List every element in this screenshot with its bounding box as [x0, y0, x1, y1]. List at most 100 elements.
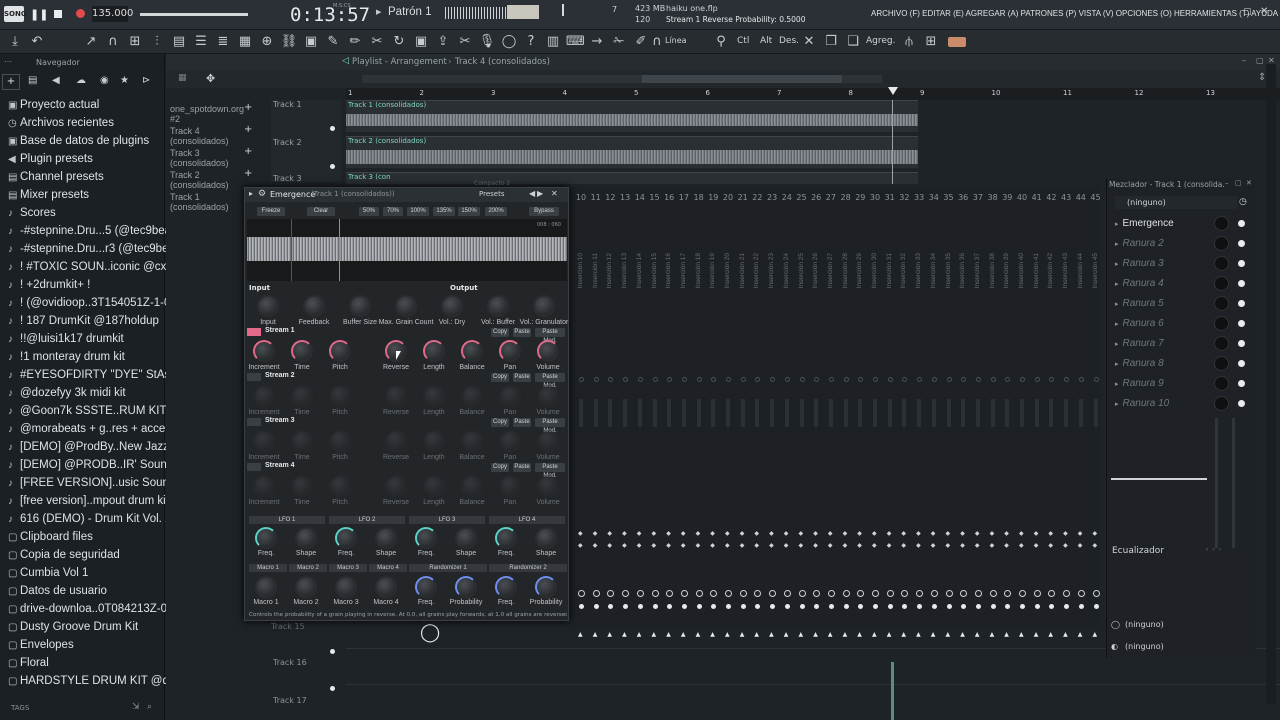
mixer-arrow-icon[interactable]: ▲ [931, 631, 936, 638]
mixer-slot[interactable]: ▸ Ranura 9 [1115, 375, 1247, 393]
mixer-send-icon[interactable]: ◆ [769, 542, 774, 549]
mixer-send-icon[interactable]: ◆ [975, 542, 980, 549]
mixer-arrow-icon[interactable]: ▲ [843, 631, 848, 638]
mixer-arrow-icon[interactable]: ▲ [666, 631, 671, 638]
mixer-slot[interactable]: ▸ Ranura 4 [1115, 275, 1247, 293]
mixer-send-icon[interactable]: ◆ [652, 542, 657, 549]
mixer-send-icon[interactable]: ◆ [843, 542, 848, 549]
main-menu[interactable]: ARCHIVO (F) EDITAR (E) AGREGAR (A) PATRO… [871, 9, 1278, 18]
mixer-output-2[interactable]: (ninguno) [1125, 642, 1164, 651]
mixer-channel-led[interactable] [667, 377, 673, 382]
mixer-channel-led[interactable] [917, 377, 923, 382]
mixer-enable-led[interactable] [902, 604, 908, 609]
mixer-channel-fader[interactable] [652, 399, 657, 427]
slot-mix-knob[interactable] [1214, 216, 1229, 231]
mixer-route-icon[interactable]: ◆ [960, 530, 965, 537]
mixer-enable-led[interactable] [843, 604, 849, 609]
mixer-arrow-icon[interactable]: ▲ [696, 631, 701, 638]
playlist-icon[interactable]: ≣ [214, 33, 232, 51]
mixer-enable-led[interactable] [1034, 604, 1040, 609]
browser-item[interactable]: ▣ Proyecto actual [8, 96, 99, 114]
mixer-send-icon[interactable]: ◆ [1078, 542, 1083, 549]
mixer-channel-fader[interactable] [667, 399, 672, 427]
mixer-output-knob[interactable] [636, 590, 644, 597]
stream-knob[interactable] [291, 340, 313, 362]
mixer-send-icon[interactable]: ◆ [666, 542, 671, 549]
stream-knob[interactable] [461, 430, 483, 452]
mixer-send-icon[interactable]: ◆ [946, 542, 951, 549]
mixer-channel-number[interactable]: 16 [662, 193, 676, 202]
mixer-route-icon[interactable]: ◆ [857, 530, 862, 537]
mixer-channel-led[interactable] [784, 377, 790, 382]
mixer-output-knob[interactable] [769, 590, 777, 597]
mixer-route-icon[interactable]: ◆ [1034, 530, 1039, 537]
cart-icon[interactable]: ⊞ [922, 33, 940, 51]
user-avatar[interactable] [948, 37, 966, 47]
stream-knob[interactable] [385, 475, 407, 497]
browser-item[interactable]: ♪ Scores [8, 204, 56, 222]
track-16-led[interactable] [330, 686, 335, 691]
track-2-led[interactable] [330, 164, 335, 169]
browser-search-icon[interactable]: ⌕ [147, 702, 152, 712]
mixer-output-knob[interactable] [945, 590, 953, 597]
stream-knob[interactable] [253, 340, 275, 362]
mixer-channel-number[interactable]: 20 [721, 193, 735, 202]
mixer-channel-number[interactable]: 18 [692, 193, 706, 202]
mixer-channel-led[interactable] [608, 377, 614, 382]
mixer-send-icon[interactable]: ◆ [901, 542, 906, 549]
browser-item[interactable]: ♪ -#stepnine.Dru...5 (@tec9beat) [8, 222, 178, 240]
browser-item[interactable]: ♪ !1 monteray drum kit [8, 348, 125, 366]
slot-enable-led[interactable] [1238, 400, 1245, 407]
mixer-channel-led[interactable] [1005, 377, 1011, 382]
piano-roll-icon[interactable]: ▤ [170, 33, 188, 51]
mixer-arrow-icon[interactable]: ▲ [916, 631, 921, 638]
mixer-slot[interactable]: ▸ Ranura 6 [1115, 315, 1247, 333]
mixer-route-icon[interactable]: ◆ [887, 530, 892, 537]
mixer-send-icon[interactable]: ◆ [799, 542, 804, 549]
mixer-channel-fader[interactable] [608, 399, 613, 427]
mixer-output-knob[interactable] [622, 590, 630, 597]
stream-knob[interactable] [385, 430, 407, 452]
mixer-enable-led[interactable] [770, 604, 776, 609]
mixer-channel-number[interactable]: 23 [765, 193, 779, 202]
browser-item[interactable]: ▢ Dusty Groove Drum Kit [8, 618, 138, 636]
ruler-bar-number[interactable]: 6 [706, 89, 710, 97]
track-name-15[interactable]: Track 15 [271, 622, 305, 631]
browser-item[interactable]: ♪ -#stepnine.Dru...r3 (@tec9beat) [8, 240, 182, 258]
mixer-channel-fader[interactable] [1064, 399, 1069, 427]
ruler-bar-number[interactable]: 9 [920, 89, 924, 97]
mixer-send-icon[interactable]: ◆ [725, 542, 730, 549]
mixer-arrow-icon[interactable]: ▲ [578, 631, 583, 638]
mixer-output-knob[interactable] [1033, 590, 1041, 597]
macro-knob[interactable] [335, 576, 357, 598]
play-pause-icon[interactable]: ❚❚ [30, 8, 48, 21]
mixer-channel-led[interactable] [696, 377, 702, 382]
slot-enable-led[interactable] [1238, 300, 1245, 307]
mixer-enable-led[interactable] [637, 604, 643, 609]
slot-arrow-icon[interactable]: ▸ [1115, 321, 1119, 328]
browser-item[interactable]: ♪ ! (@ovidioop..3T154051Z-1-001 [8, 294, 183, 312]
mixer-channel-led[interactable] [946, 377, 952, 382]
mixer-route-icon[interactable]: ◆ [1048, 530, 1053, 537]
mixer-output-knob[interactable] [1048, 590, 1056, 597]
browser-item[interactable]: ♪ ! +2drumkit+ ! [8, 276, 90, 294]
mixer-output-1[interactable]: (ninguno) [1125, 620, 1164, 629]
master-volume-slider[interactable] [140, 13, 248, 16]
mixer-channel-led[interactable] [637, 377, 643, 382]
mixer-channel-fader[interactable] [784, 399, 789, 427]
mixer-output-knob[interactable] [783, 590, 791, 597]
ruler-bar-number[interactable]: 7 [777, 89, 781, 97]
record-icon[interactable] [76, 9, 85, 18]
save-icon[interactable]: ▣ [412, 33, 430, 51]
slot-mix-knob[interactable] [1214, 296, 1229, 311]
stream-paste-mod--button[interactable]: Paste Mod. [535, 328, 565, 344]
mixer-channel-number[interactable]: 24 [780, 193, 794, 202]
mixer-channel-number[interactable]: 11 [589, 193, 603, 202]
mixer-enable-led[interactable] [961, 604, 967, 609]
mixer-channel-number[interactable]: 36 [956, 193, 970, 202]
mixer-channel-number[interactable]: 19 [706, 193, 720, 202]
pointer-icon[interactable]: ↗ [82, 33, 100, 51]
mixer-route-icon[interactable]: ◆ [990, 530, 995, 537]
mixer-send-icon[interactable]: ◆ [828, 542, 833, 549]
mixer-channel-led[interactable] [1093, 377, 1099, 382]
